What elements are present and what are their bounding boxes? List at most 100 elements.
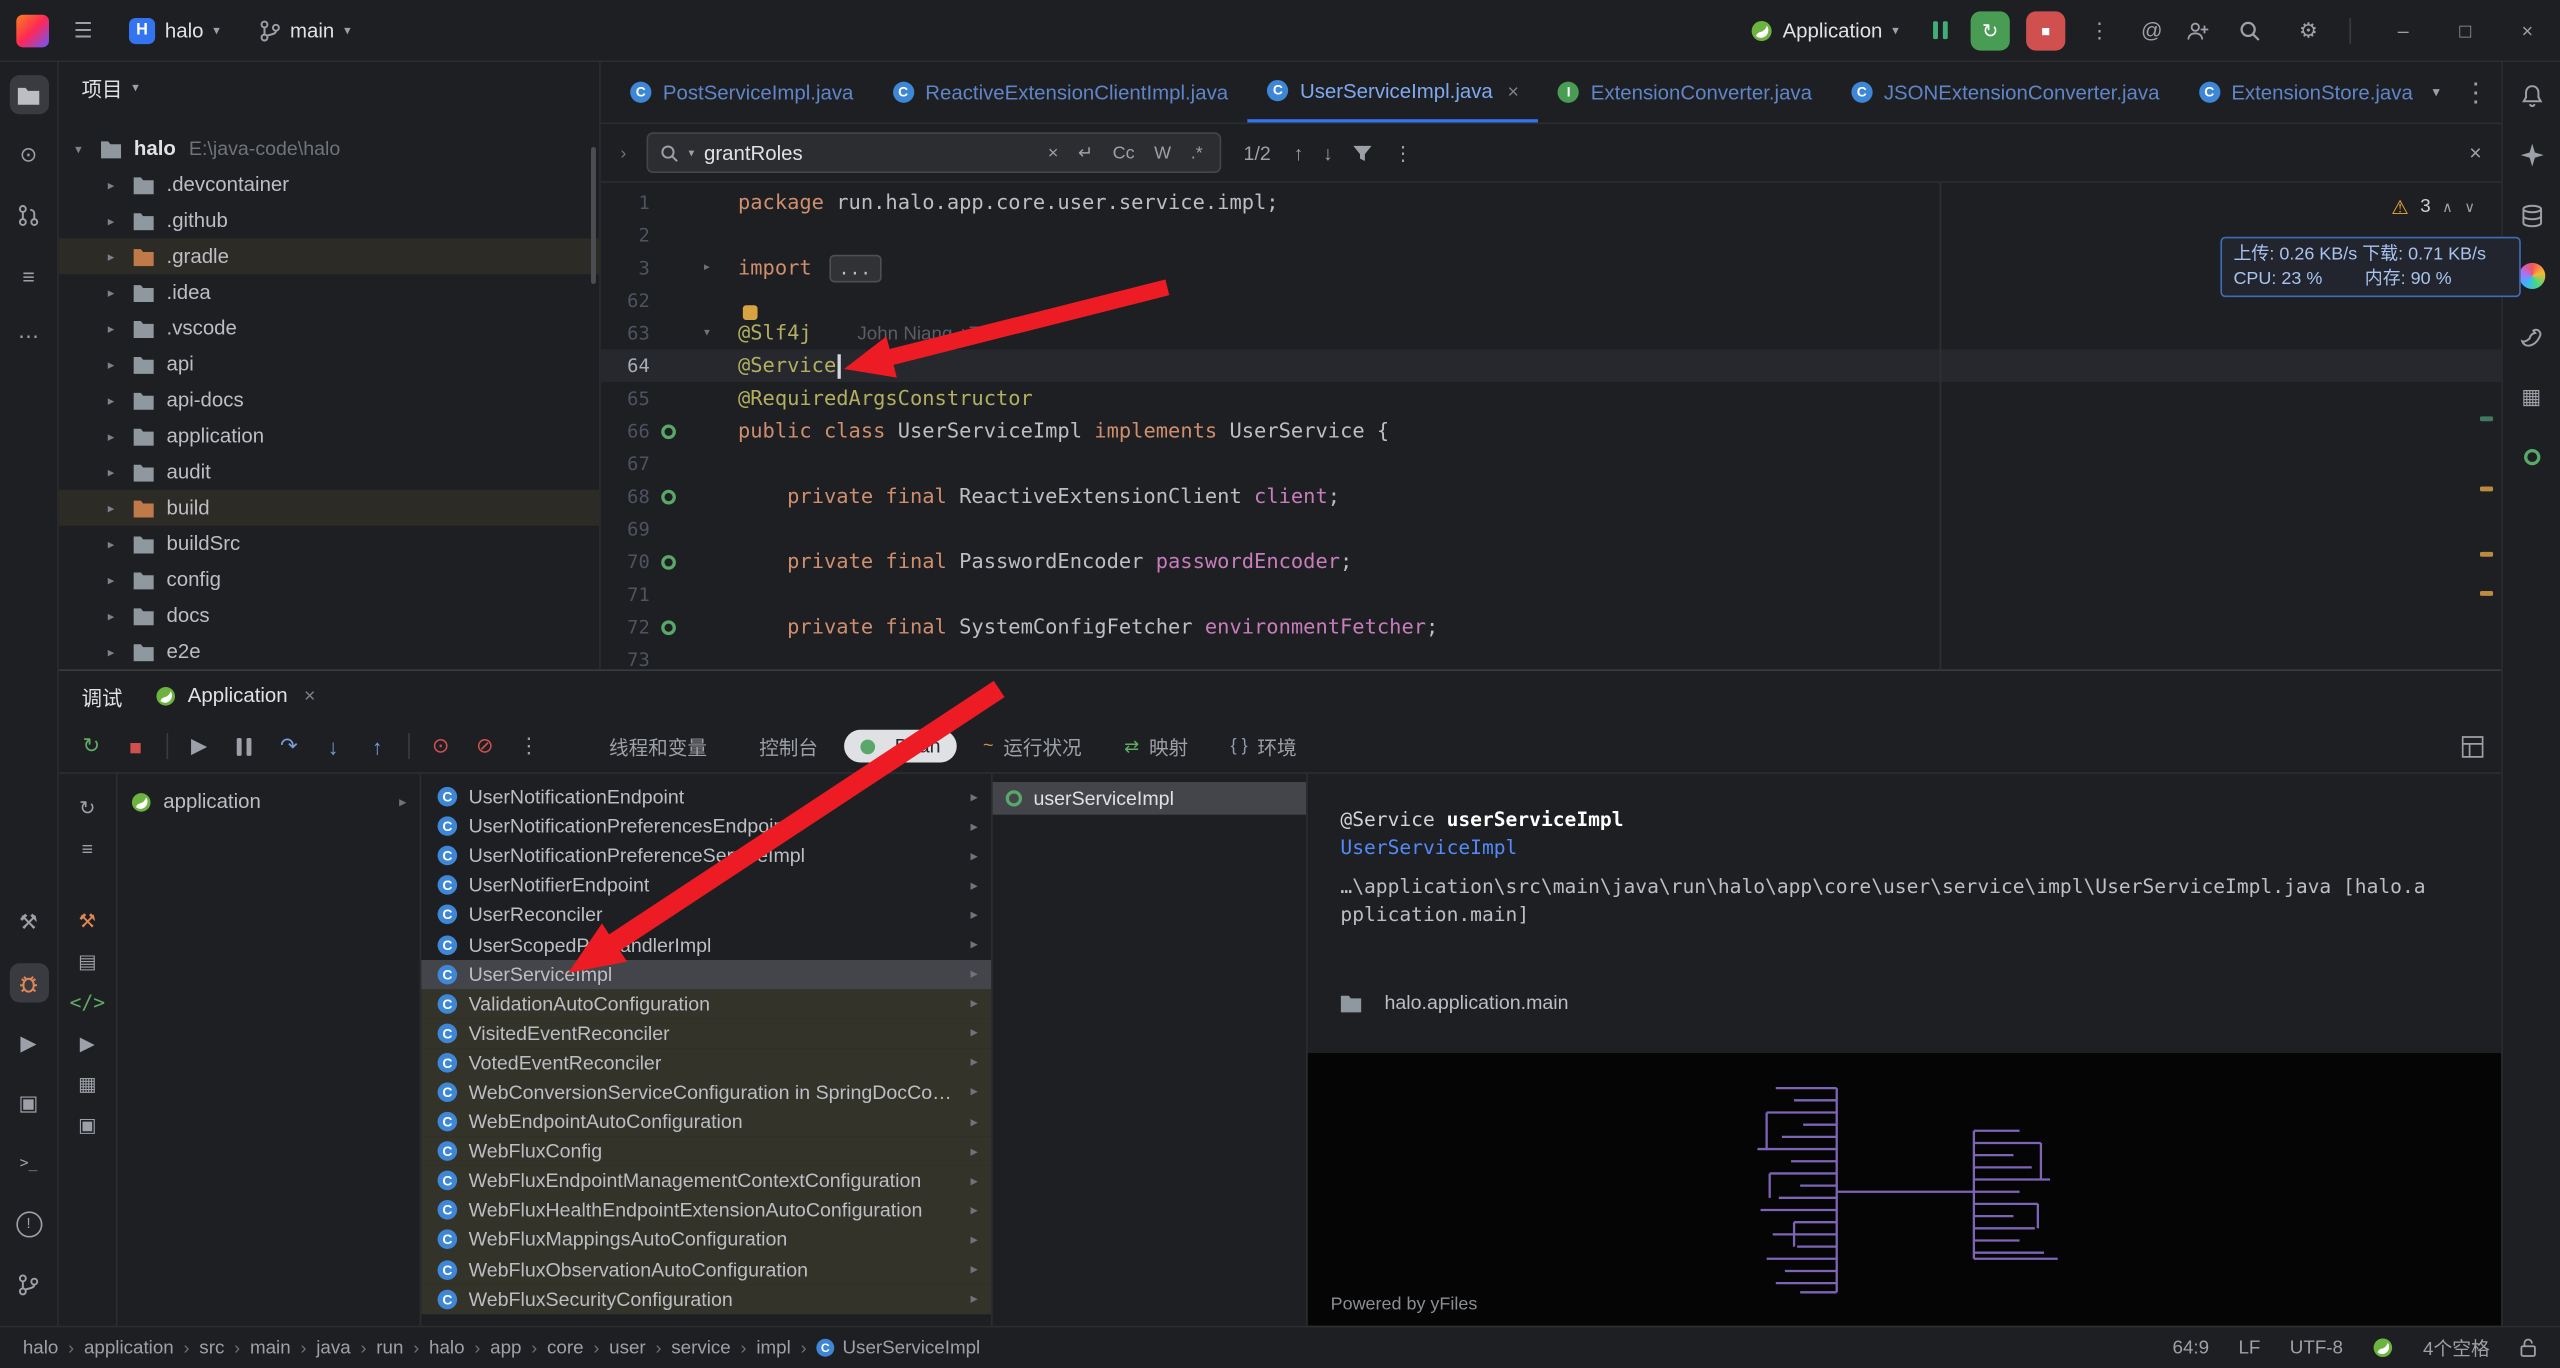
tab-list-icon[interactable]: ▾ [2432, 83, 2439, 101]
chevron-right-icon[interactable]: ▸ [961, 965, 978, 983]
breadcrumb-item[interactable]: › C halo [403, 1338, 464, 1358]
chevron-right-icon[interactable]: ▸ [108, 321, 132, 336]
gradle-tool-icon[interactable] [2512, 317, 2551, 356]
stop-button[interactable]: ■ [122, 734, 148, 758]
breadcrumb-item[interactable]: › C UserServiceImpl [791, 1338, 980, 1358]
rerun-debug-button[interactable]: ↻ [1971, 11, 2010, 50]
search-field[interactable]: ▾ grantRoles × ↵ Cc W .* [646, 132, 1221, 173]
bean-list-item[interactable]: C WebFluxMappingsAutoConfiguration ▸ [421, 1225, 991, 1255]
bean-list-item[interactable]: C UserNotifierEndpoint ▸ [421, 871, 991, 901]
tab-options-icon[interactable]: ⋮ [2463, 76, 2489, 109]
code-line[interactable]: 3▸import ... [601, 251, 2501, 284]
inspections-widget[interactable]: ⚠ 3 ∧ ∨ [2391, 191, 2475, 224]
session-item[interactable]: application ▸ [118, 785, 420, 818]
database-tool-icon[interactable] [2512, 196, 2551, 235]
scrollbar-thumb[interactable] [591, 147, 596, 284]
project-root-item[interactable]: ▾ halo E:\java-code\halo [59, 131, 599, 167]
chevron-right-icon[interactable]: ▸ [961, 1142, 978, 1160]
chevron-right-icon[interactable]: ▸ [961, 1113, 978, 1131]
pause-program-button[interactable] [230, 728, 258, 764]
chevron-right-icon[interactable]: ▸ [961, 1024, 978, 1042]
structure-tool-icon[interactable]: ≡ [9, 256, 48, 295]
expand-search-icon[interactable]: › [620, 143, 626, 163]
search-history-icon[interactable]: ▾ [688, 146, 694, 159]
editor-tab[interactable]: C UserServiceImpl.java × [1248, 62, 1539, 122]
breadcrumb-item[interactable]: › C src [174, 1338, 225, 1358]
debug-view-tab[interactable]: 控制台 [733, 727, 834, 765]
lock-icon[interactable] [2519, 1337, 2537, 1358]
search-query[interactable]: grantRoles [704, 141, 1033, 164]
project-tree-item[interactable]: ▸ config [59, 562, 599, 598]
version-control-tool-icon[interactable] [9, 1265, 48, 1304]
chevron-right-icon[interactable]: ▸ [961, 1172, 978, 1190]
more-tools-icon[interactable]: ⋯ [9, 317, 48, 356]
code-line[interactable]: 1package run.halo.app.core.user.service.… [601, 186, 2501, 219]
chevron-right-icon[interactable]: ▸ [961, 1201, 978, 1219]
code-icon[interactable]: </> [71, 986, 104, 1019]
layout-settings-icon[interactable] [2460, 734, 2484, 758]
chevron-right-icon[interactable]: ▸ [961, 936, 978, 954]
chevron-right-icon[interactable]: ▸ [961, 788, 978, 806]
project-tree-item[interactable]: ▸ api-docs [59, 382, 599, 418]
breadcrumb-item[interactable]: › C halo [23, 1338, 59, 1358]
search-everywhere-icon[interactable] [2238, 19, 2274, 42]
breadcrumb-item[interactable]: › C core [521, 1338, 583, 1358]
project-tree-item[interactable]: ▸ build [59, 490, 599, 526]
editor-tab[interactable]: C PostServiceImpl.java × [611, 62, 873, 122]
close-tab-icon[interactable]: × [1507, 79, 1518, 102]
next-occurrence-icon[interactable]: ↓ [1323, 141, 1333, 164]
services-tool-icon[interactable]: ▣ [9, 1084, 48, 1123]
code-line[interactable]: 71 [601, 578, 2501, 611]
chevron-right-icon[interactable]: ▸ [108, 572, 132, 587]
debug-view-tab[interactable]: ~ 运行状况 [967, 727, 1098, 765]
run-tool-icon[interactable]: ▶ [9, 1024, 48, 1063]
chevron-right-icon[interactable]: ▸ [108, 500, 132, 515]
code-line[interactable]: 63▾@Slf4jJohn Niang +7 [601, 317, 2501, 350]
clear-search-icon[interactable]: × [1043, 143, 1063, 163]
endpoints-tool-icon[interactable] [2512, 438, 2551, 477]
line-separator[interactable]: LF [2238, 1338, 2260, 1358]
code-line[interactable]: 70 private final PasswordEncoder passwor… [601, 545, 2501, 578]
code-line[interactable]: 67 [601, 447, 2501, 480]
project-tree-item[interactable]: ▸ buildSrc [59, 526, 599, 562]
bean-list-item[interactable]: C WebFluxObservationAutoConfiguration ▸ [421, 1255, 991, 1285]
code-line[interactable]: 2 [601, 219, 2501, 252]
chevron-right-icon[interactable]: ▸ [108, 464, 132, 479]
chevron-right-icon[interactable]: ▸ [108, 213, 132, 228]
chevron-right-icon[interactable]: ▸ [108, 249, 132, 264]
chevron-right-icon[interactable]: ▸ [108, 644, 132, 659]
previous-problem-icon[interactable]: ∧ [2442, 191, 2453, 224]
bean-list-item[interactable]: C UserNotificationPreferencesEndpoint ▸ [421, 812, 991, 842]
project-tree-item[interactable]: ▸ .vscode [59, 310, 599, 346]
view-breakpoints-button[interactable]: ⊙ [428, 733, 454, 759]
chevron-right-icon[interactable]: ▸ [961, 1260, 978, 1278]
rerun-button[interactable]: ↻ [78, 733, 104, 759]
bean-list-item[interactable]: C VisitedEventReconciler ▸ [421, 1018, 991, 1048]
breadcrumb-item[interactable]: › C java [291, 1338, 351, 1358]
chevron-right-icon[interactable]: ▸ [961, 995, 978, 1013]
debug-view-tab[interactable]: Bean [844, 730, 957, 763]
search-options-icon[interactable]: ⋮ [1393, 141, 1413, 164]
settings-gear-icon[interactable]: ⚙ [2291, 12, 2327, 48]
bean-list-item[interactable]: C WebEndpointAutoConfiguration ▸ [421, 1107, 991, 1137]
bean-list-item[interactable]: C UserScopedPatHandlerImpl ▸ [421, 930, 991, 960]
bean-list-item[interactable]: C UserNotificationPreferenceServiceImpl … [421, 841, 991, 871]
caret-position[interactable]: 64:9 [2173, 1338, 2210, 1358]
debug-view-tab[interactable]: 线程和变量 [583, 727, 723, 765]
inlay-hint-icon[interactable] [743, 305, 758, 320]
next-problem-icon[interactable]: ∨ [2464, 191, 2475, 224]
filter-icon[interactable] [1352, 143, 1373, 163]
close-find-bar-icon[interactable]: × [2469, 140, 2481, 164]
project-widget[interactable]: H halo ▾ [118, 12, 232, 48]
table-view-icon[interactable]: ▣ [71, 1109, 104, 1142]
project-panel-header[interactable]: 项目 ▾ [59, 62, 599, 111]
chevron-right-icon[interactable]: ▸ [961, 847, 978, 865]
indent-setting[interactable]: 4个空格 [2423, 1335, 2490, 1361]
editor-tab[interactable]: C ExtensionStore.java × [2179, 62, 2432, 122]
project-tree-item[interactable]: ▸ application [59, 418, 599, 454]
regex-toggle[interactable]: .* [1186, 143, 1208, 163]
step-out-button[interactable]: ↑ [364, 734, 390, 758]
chevron-right-icon[interactable]: ▸ [399, 793, 406, 811]
debug-view-tab[interactable]: ⇄ 映射 [1108, 727, 1205, 765]
code-line[interactable]: 64@Service [601, 349, 2501, 382]
